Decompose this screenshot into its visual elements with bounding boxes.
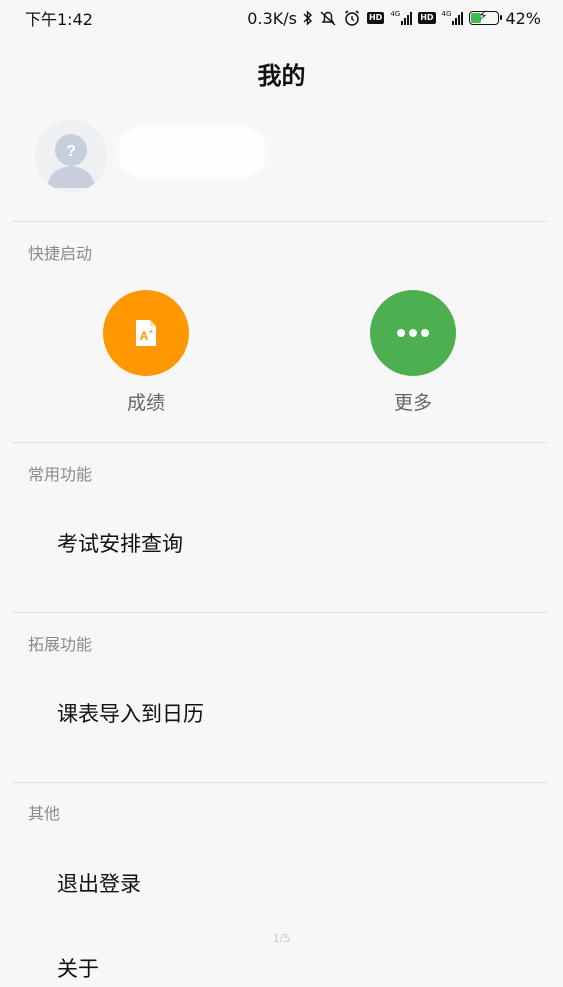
status-icons: 0.3K/s HD 4G HD 4G ⚡ 42% <box>247 9 541 28</box>
profile-section[interactable]: ? <box>35 120 535 195</box>
divider <box>12 221 547 222</box>
page-title: 我的 <box>257 62 306 90</box>
quick-item-more[interactable]: 更多 <box>353 290 473 415</box>
menu-item-logout[interactable]: 退出登录 <box>57 868 141 898</box>
section-label-quick-launch: 快捷启动 <box>28 244 93 263</box>
status-time: 下午1:42 <box>25 10 93 29</box>
charging-icon: ⚡ <box>478 9 488 24</box>
section-label-other: 其他 <box>28 804 61 823</box>
divider <box>12 612 547 613</box>
svg-text:?: ? <box>66 143 76 160</box>
quick-item-label: 更多 <box>393 392 432 414</box>
grade-doc-icon[interactable]: A + <box>103 290 189 376</box>
status-bar: 下午1:42 0.3K/s HD 4G HD 4G ⚡ 42% <box>0 0 563 36</box>
net-speed: 0.3K/s <box>247 8 297 28</box>
mute-alarm-icon <box>319 9 337 27</box>
menu-item-about[interactable]: 关于 <box>57 953 99 983</box>
quick-item-grades[interactable]: A + 成绩 <box>86 290 206 415</box>
bluetooth-icon <box>303 10 313 26</box>
section-label-common: 常用功能 <box>28 465 93 484</box>
divider <box>12 442 547 443</box>
battery-icon: ⚡ <box>469 9 503 25</box>
battery-percent: 42% <box>505 8 541 28</box>
page-indicator: 1/5 <box>272 932 291 945</box>
username-redacted <box>117 126 267 178</box>
default-avatar-icon[interactable]: ? <box>35 120 107 192</box>
divider <box>12 782 547 783</box>
alarm-clock-icon <box>343 9 361 27</box>
svg-text:A: A <box>140 329 149 343</box>
menu-item-import-calendar[interactable]: 课表导入到日历 <box>57 698 204 728</box>
quick-item-label: 成绩 <box>126 392 165 414</box>
hd-badge-1: HD <box>366 12 385 24</box>
signal-icon-2: 4G <box>442 11 464 25</box>
section-label-extended: 拓展功能 <box>28 635 93 654</box>
svg-text:+: + <box>149 327 154 336</box>
signal-icon: 4G <box>390 11 413 25</box>
hd-badge-2: HD <box>418 12 436 24</box>
menu-item-exam-schedule[interactable]: 考试安排查询 <box>57 528 183 558</box>
more-dots-icon[interactable] <box>370 290 456 376</box>
